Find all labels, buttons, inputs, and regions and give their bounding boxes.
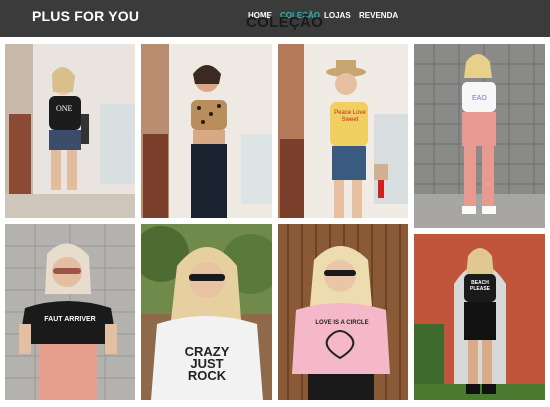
shirt-text: CRAZY JUST ROCK xyxy=(184,344,230,383)
gallery-photo-6[interactable]: CRAZY JUST ROCK xyxy=(141,224,272,400)
gallery-photo-8[interactable]: BEACH PLEASE xyxy=(414,234,545,400)
gallery-photo-1[interactable]: ONE xyxy=(5,44,135,218)
shirt-text: FAUT ARRIVER xyxy=(44,316,96,323)
shirt-text: BEACH PLEASE xyxy=(469,280,490,292)
nav-item-lojas[interactable]: LOJAS xyxy=(324,11,351,20)
gallery-photo-7[interactable]: LOVE IS A CIRCLE xyxy=(278,224,408,400)
brand-logo[interactable]: PLUS FOR YOU xyxy=(32,8,139,24)
gallery-photo-3[interactable]: Peace Love Sweet xyxy=(278,44,408,218)
svg-text:EAO: EAO xyxy=(472,95,487,102)
gallery-photo-5[interactable]: FAUT ARRIVER xyxy=(5,224,135,400)
section-title-overlay: COLEÇÃO xyxy=(246,14,324,31)
nav-item-revenda[interactable]: REVENDA xyxy=(359,11,398,20)
shirt-text: ONE xyxy=(56,104,73,113)
gallery-photo-4[interactable]: EAO xyxy=(414,44,545,228)
shirt-text: Peace Love Sweet xyxy=(334,110,366,123)
top-bar: PLUS FOR YOU HOME COLEÇÃO LOJAS REVENDA … xyxy=(0,0,550,37)
gallery-photo-2[interactable] xyxy=(141,44,272,218)
shirt-text: LOVE IS A CIRCLE xyxy=(315,320,369,326)
collection-gallery: ONE Peace Love Sweet EAO FAUT ARRIVER CR… xyxy=(0,37,550,407)
